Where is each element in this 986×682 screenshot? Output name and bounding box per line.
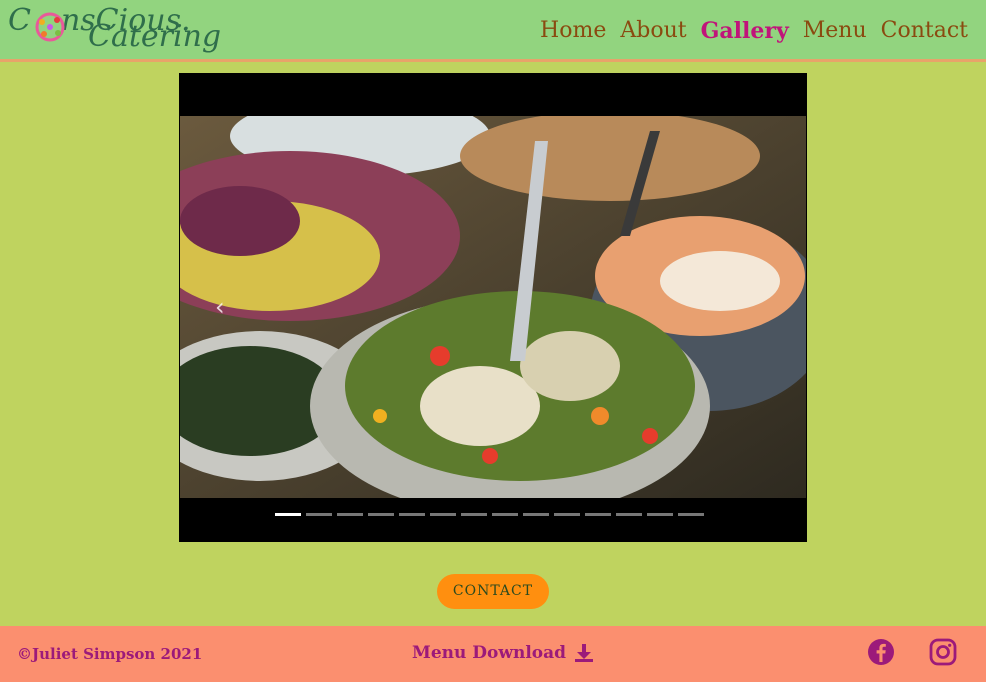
download-icon — [575, 644, 594, 662]
carousel-indicator[interactable] — [275, 513, 301, 516]
carousel-indicator[interactable] — [554, 513, 580, 516]
nav-about[interactable]: About — [620, 14, 686, 48]
logo-text-bottom: Catering — [88, 19, 222, 54]
chevron-left-icon: ‹ — [215, 293, 225, 321]
gallery-carousel: ‹ — [179, 73, 807, 542]
carousel-indicators — [275, 513, 704, 516]
carousel-indicator[interactable] — [678, 513, 704, 516]
fruit-wreath-icon — [35, 12, 65, 42]
carousel-indicator[interactable] — [461, 513, 487, 516]
carousel-indicator[interactable] — [399, 513, 425, 516]
carousel-indicator[interactable] — [523, 513, 549, 516]
contact-button[interactable]: CONTACT — [437, 574, 549, 609]
carousel-indicator[interactable] — [306, 513, 332, 516]
carousel-slide-image — [180, 116, 806, 498]
nav-menu[interactable]: Menu — [803, 14, 867, 48]
main-nav: Home About Gallery Menu Contact — [540, 14, 968, 48]
carousel-indicator[interactable] — [492, 513, 518, 516]
carousel-prev-button[interactable]: ‹ — [215, 293, 235, 321]
menu-download-link[interactable]: Menu Download — [412, 643, 594, 663]
carousel-indicator[interactable] — [647, 513, 673, 516]
navbar: CnsCious. Catering Home About Gallery Me… — [0, 0, 986, 62]
footer: ©Juliet Simpson 2021 Menu Download — [0, 626, 986, 682]
carousel-indicator[interactable] — [337, 513, 363, 516]
carousel-indicator[interactable] — [616, 513, 642, 516]
carousel-indicator[interactable] — [430, 513, 456, 516]
logo[interactable]: CnsCious. Catering — [8, 4, 222, 60]
instagram-icon[interactable] — [929, 638, 957, 666]
facebook-icon[interactable] — [867, 638, 895, 666]
carousel-indicator[interactable] — [585, 513, 611, 516]
nav-home[interactable]: Home — [540, 14, 606, 48]
menu-download-label: Menu Download — [412, 643, 567, 663]
nav-contact[interactable]: Contact — [881, 14, 968, 48]
nav-gallery[interactable]: Gallery — [701, 14, 789, 48]
carousel-indicator[interactable] — [368, 513, 394, 516]
salad-buffet-image — [180, 116, 806, 498]
copyright-text: ©Juliet Simpson 2021 — [17, 645, 203, 663]
